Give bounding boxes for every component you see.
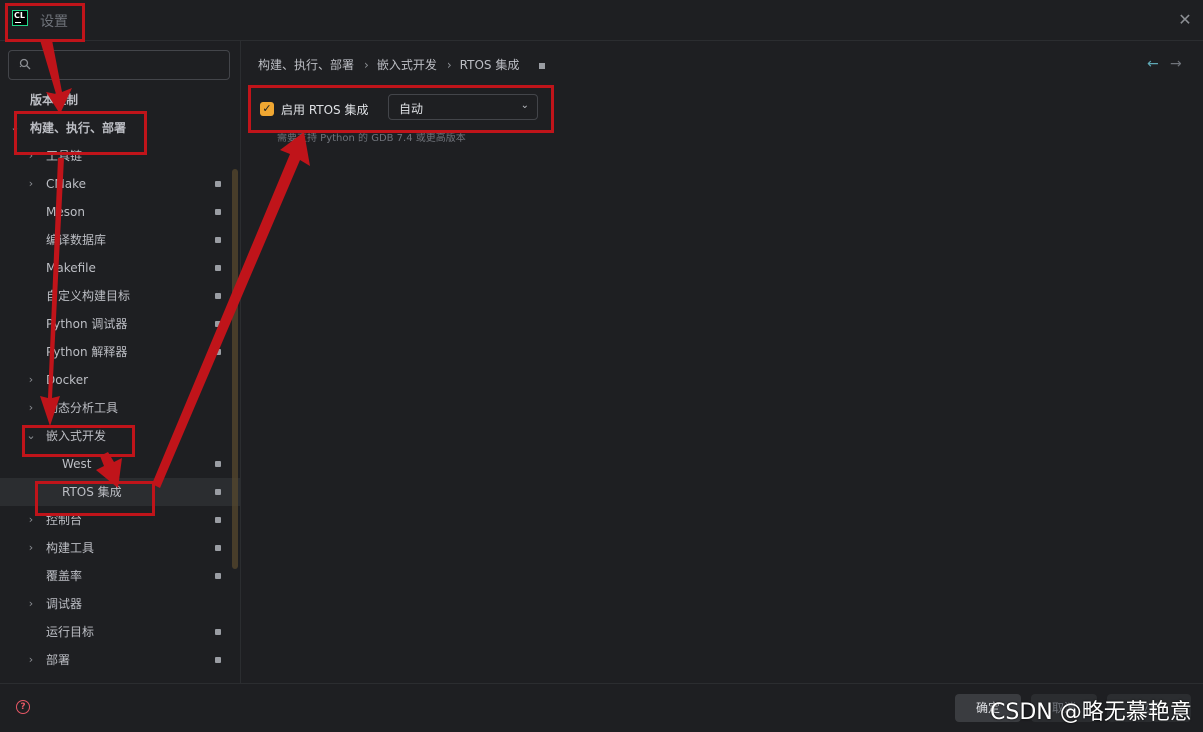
rtos-integration-row: ✓ 启用 RTOS 集成 自动 ⌄ [260, 93, 550, 123]
project-scope-icon [215, 237, 221, 243]
sidebar-item-label: 编译数据库 [46, 233, 107, 247]
sidebar-item[interactable]: Makefile [0, 254, 240, 282]
sidebar-item[interactable]: 编译数据库 [0, 226, 240, 254]
enable-rtos-label[interactable]: 启用 RTOS 集成 [281, 101, 369, 118]
sidebar-item-label: 覆盖率 [46, 569, 83, 583]
gdb-requirement-hint: 需要支持 Python 的 GDB 7.4 或更高版本 [277, 133, 466, 144]
sidebar-item[interactable]: › 动态分析工具 [0, 394, 240, 422]
chevron-down-icon[interactable]: ⌄ [9, 114, 21, 142]
sidebar-item[interactable]: 版本控制 [0, 86, 240, 114]
chevron-right-icon[interactable]: › [25, 170, 37, 198]
sidebar-item[interactable]: 自定义构建目标 [0, 282, 240, 310]
apply-button[interactable]: 应用 [1107, 694, 1191, 722]
breadcrumb-separator: › [446, 58, 452, 72]
window-title: 设置 [40, 14, 68, 30]
sidebar-item-label: 自定义构建目标 [46, 289, 131, 303]
settings-sidebar: 版本控制 ⌄ 构建、执行、部署 › 工具链 › CMake Meson 编译数据库 Makefil… [0, 41, 241, 683]
sidebar-item[interactable]: › 调试器 [0, 590, 240, 618]
breadcrumb-item[interactable]: 嵌入式开发 [377, 58, 437, 72]
project-scope-icon [215, 209, 221, 215]
sidebar-item-label: 构建、执行、部署 [30, 121, 127, 135]
project-scope-icon [539, 62, 546, 69]
project-scope-icon [215, 461, 221, 467]
breadcrumb-item[interactable]: 构建、执行、部署 [258, 58, 354, 72]
project-scope-icon [215, 517, 221, 523]
title-bar: CL 设置 ✕ [0, 0, 1203, 41]
chevron-right-icon[interactable]: › [25, 394, 37, 422]
sidebar-item-label: CMake [46, 177, 86, 191]
project-scope-icon [215, 657, 221, 663]
sidebar-item[interactable]: › 构建工具 [0, 534, 240, 562]
sidebar-item-label: 版本控制 [30, 93, 79, 107]
settings-window: CL 设置 ✕ 版本控制 ⌄ 构建、执行、部署 › 工具链 › CMake Meson 编译数据… [0, 0, 1203, 732]
sidebar-item[interactable]: Python 解释器 [0, 338, 240, 366]
sidebar-item-label: Python 解释器 [46, 345, 128, 359]
ok-button[interactable]: 确定 [955, 694, 1021, 722]
back-arrow-icon[interactable]: ← [1147, 56, 1159, 72]
sidebar-item[interactable]: › Docker [0, 366, 240, 394]
sidebar-item-label: 运行目标 [46, 625, 95, 639]
sidebar-item-label: RTOS 集成 [62, 485, 122, 499]
chevron-right-icon[interactable]: › [25, 506, 37, 534]
search-box[interactable] [8, 50, 230, 80]
sidebar-item[interactable]: › 部署 [0, 646, 240, 674]
chevron-right-icon[interactable]: › [25, 142, 37, 170]
chevron-right-icon[interactable]: › [25, 534, 37, 562]
chevron-down-icon: ⌄ [520, 100, 529, 111]
dialog-footer: ? 确定 取消 应用 [0, 683, 1203, 732]
sidebar-item[interactable]: West [0, 450, 240, 478]
sidebar-item-label: 工具链 [46, 149, 83, 163]
chevron-right-icon[interactable]: › [25, 646, 37, 674]
sidebar-item[interactable]: ⌄ 构建、执行、部署 [0, 114, 240, 142]
project-scope-icon [215, 349, 221, 355]
cancel-button[interactable]: 取消 [1031, 694, 1097, 722]
sidebar-item[interactable]: 覆盖率 [0, 562, 240, 590]
help-icon[interactable]: ? [16, 700, 30, 714]
logo-text: CL [14, 11, 25, 20]
sidebar-item-label: 嵌入式开发 [46, 429, 107, 443]
sidebar-item-label: 动态分析工具 [46, 401, 119, 415]
project-scope-icon [215, 545, 221, 551]
enable-rtos-checkbox[interactable]: ✓ [260, 102, 274, 116]
breadcrumb-separator: › [364, 58, 369, 72]
rtos-mode-value: 自动 [399, 102, 424, 116]
project-scope-icon [215, 293, 221, 299]
sidebar-item-label: Docker [46, 373, 89, 387]
sidebar-item[interactable]: › 控制台 [0, 506, 240, 534]
sidebar-item-label: 调试器 [46, 597, 83, 611]
sidebar-item-label: 构建工具 [46, 541, 95, 555]
sidebar-scrollbar[interactable] [232, 169, 238, 569]
sidebar-item[interactable]: ⌄ 嵌入式开发 [0, 422, 240, 450]
project-scope-icon [215, 573, 221, 579]
rtos-mode-select[interactable]: 自动 ⌄ [388, 94, 538, 120]
project-scope-icon [215, 629, 221, 635]
search-icon [19, 58, 31, 70]
settings-content: 构建、执行、部署 › 嵌入式开发 › RTOS 集成 ← → ✓ 启用 RTOS 集成 … [241, 41, 1203, 683]
breadcrumb-item-current: RTOS 集成 [459, 58, 520, 72]
chevron-down-icon[interactable]: ⌄ [25, 422, 37, 450]
chevron-right-icon[interactable]: › [25, 366, 37, 394]
sidebar-item[interactable]: › 工具链 [0, 142, 240, 170]
sidebar-item[interactable]: Meson [0, 198, 240, 226]
clion-logo-icon: CL [12, 10, 28, 26]
sidebar-item[interactable]: RTOS 集成 [0, 478, 240, 506]
sidebar-item-label: West [62, 457, 92, 471]
project-scope-icon [215, 321, 221, 327]
sidebar-item-label: Python 调试器 [46, 317, 128, 331]
sidebar-item-label: Meson [46, 205, 85, 219]
project-scope-icon [215, 489, 221, 495]
search-input[interactable] [39, 55, 223, 77]
sidebar-item[interactable]: Python 调试器 [0, 310, 240, 338]
sidebar-item[interactable]: 运行目标 [0, 618, 240, 646]
forward-arrow-icon[interactable]: → [1170, 56, 1182, 72]
chevron-right-icon[interactable]: › [25, 590, 37, 618]
breadcrumb: 构建、执行、部署 › 嵌入式开发 › RTOS 集成 [258, 56, 551, 73]
sidebar-item-label: Makefile [46, 261, 96, 275]
close-icon[interactable]: ✕ [1175, 10, 1195, 30]
sidebar-item-label: 部署 [46, 653, 71, 667]
project-scope-icon [215, 265, 221, 271]
project-scope-icon [215, 181, 221, 187]
sidebar-item-label: 控制台 [46, 513, 83, 527]
sidebar-item[interactable]: › CMake [0, 170, 240, 198]
